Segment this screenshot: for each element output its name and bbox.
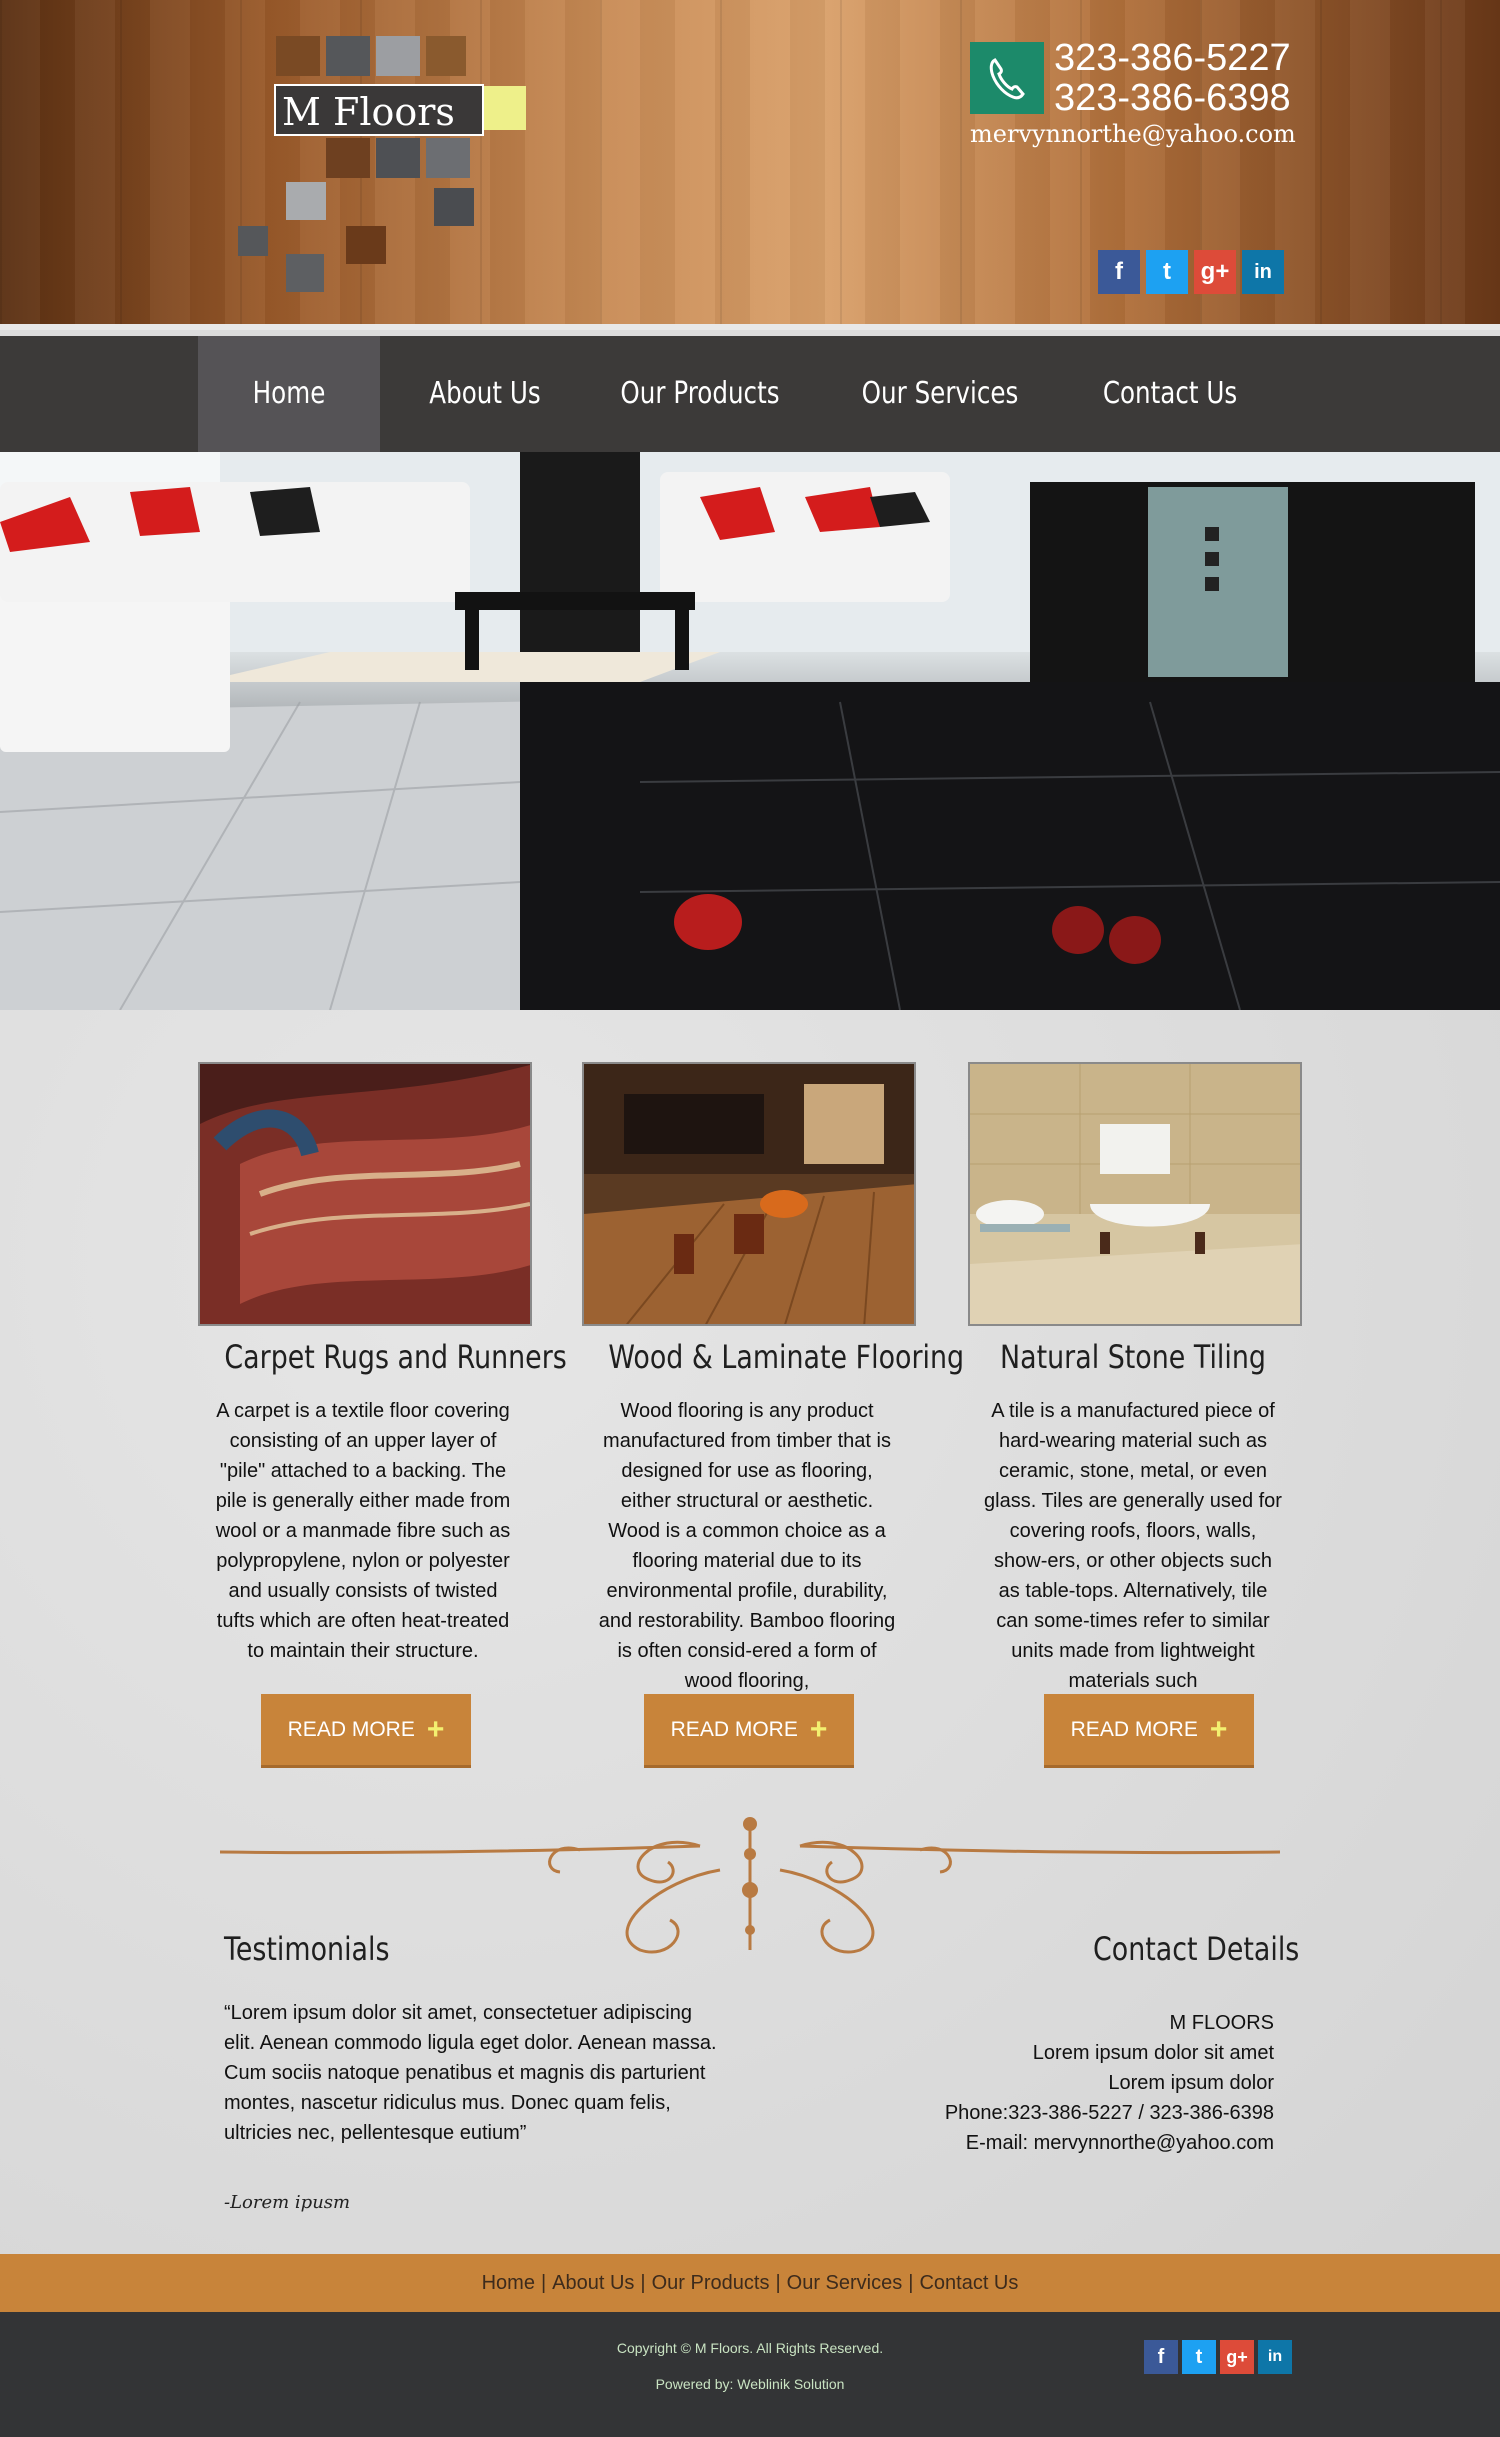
site-footer: Copyright © M Floors. All Rights Reserve… xyxy=(0,2312,1500,2437)
phone-icon xyxy=(970,42,1044,114)
contact-details: M FLOORS Lorem ipsum dolor sit amet Lore… xyxy=(945,2008,1274,2158)
logo-tile xyxy=(376,36,420,76)
nav-item-home[interactable]: Home xyxy=(214,336,363,452)
logo-tile xyxy=(286,182,326,220)
read-more-label: READ MORE xyxy=(287,1717,415,1741)
header-email[interactable]: mervynnorthe@yahoo.com xyxy=(970,120,1296,148)
logo-tile xyxy=(434,188,474,226)
product-title: Carpet Rugs and Runners xyxy=(224,1338,567,1376)
wood-flooring-image[interactable] xyxy=(582,1062,916,1326)
contact-address-line: Lorem ipsum dolor xyxy=(1108,2072,1274,2094)
product-title: Natural Stone Tiling xyxy=(1000,1338,1266,1376)
header-social-links: f t g+ in xyxy=(1098,250,1284,294)
product-description: Wood flooring is any product manufacture… xyxy=(598,1400,896,1692)
footer-separator: | xyxy=(908,2271,914,2294)
logo-text: M Floors xyxy=(274,84,484,136)
carpet-image[interactable] xyxy=(198,1062,532,1326)
footer-link-our-services[interactable]: Our Services xyxy=(787,2272,903,2295)
read-more-button-stone[interactable]: READ MORE + xyxy=(1044,1694,1254,1768)
read-more-label: READ MORE xyxy=(670,1717,798,1741)
linkedin-icon[interactable]: in xyxy=(1242,250,1284,294)
plus-icon: + xyxy=(1209,1712,1228,1746)
footer-nav: Home | About Us | Our Products | Our Ser… xyxy=(0,2254,1500,2312)
logo-tile xyxy=(238,226,268,256)
linkedin-icon[interactable]: in xyxy=(1258,2340,1292,2374)
logo-tile xyxy=(346,226,386,264)
footer-separator: | xyxy=(540,2271,547,2294)
stone-tiling-image[interactable] xyxy=(968,1062,1302,1326)
footer-separator: | xyxy=(775,2271,781,2294)
logo-tile xyxy=(276,36,320,76)
nav-item-our-services[interactable]: Our Services xyxy=(842,336,1039,452)
nav-item-contact-us[interactable]: Contact Us xyxy=(1080,336,1260,452)
footer-link-contact-us[interactable]: Contact Us xyxy=(919,2272,1018,2295)
product-card-wood: Wood & Laminate Flooring Wood flooring i… xyxy=(582,1062,965,1696)
product-title: Wood & Laminate Flooring xyxy=(608,1338,965,1376)
footer-link-our-products[interactable]: Our Products xyxy=(652,2272,770,2295)
read-more-label: READ MORE xyxy=(1070,1717,1198,1741)
twitter-icon[interactable]: t xyxy=(1146,250,1188,294)
logo-tile xyxy=(376,138,420,178)
contact-email: E-mail: mervynnorthe@yahoo.com xyxy=(965,2132,1274,2154)
logo-tile xyxy=(326,138,370,178)
nav-item-about-us[interactable]: About Us xyxy=(415,336,554,452)
read-more-button-carpet[interactable]: READ MORE + xyxy=(261,1694,471,1768)
testimonials-heading: Testimonials xyxy=(224,1930,390,1968)
logo-tile xyxy=(426,138,470,178)
site-logo[interactable]: M Floors xyxy=(238,36,538,296)
main-nav: Home About Us Our Products Our Services … xyxy=(0,336,1500,452)
powered-by-text[interactable]: Powered by: Weblinik Solution xyxy=(0,2376,1500,2392)
phone-number-1[interactable]: 323-386-5227 xyxy=(1054,38,1291,78)
nav-item-our-products[interactable]: Our Products xyxy=(602,336,799,452)
facebook-icon[interactable]: f xyxy=(1144,2340,1178,2374)
logo-tile xyxy=(326,36,370,76)
plus-icon: + xyxy=(426,1712,445,1746)
contact-company: M FLOORS xyxy=(1169,2012,1274,2034)
google-plus-icon[interactable]: g+ xyxy=(1194,250,1236,294)
product-card-carpet: Carpet Rugs and Runners A carpet is a te… xyxy=(198,1062,567,1666)
testimonial-text: “Lorem ipsum dolor sit amet, consectetue… xyxy=(224,2002,717,2144)
contact-phone: Phone:323-386-5227 / 323-386-6398 xyxy=(944,2102,1274,2124)
product-description: A tile is a manufactured piece of hard-w… xyxy=(984,1400,1282,1692)
hero-image xyxy=(0,452,1500,1010)
contact-address-line: Lorem ipsum dolor sit amet xyxy=(1032,2042,1274,2064)
footer-separator: | xyxy=(640,2271,646,2294)
logo-tile xyxy=(482,86,526,130)
twitter-icon[interactable]: t xyxy=(1182,2340,1216,2374)
footer-social-links: f t g+ in xyxy=(1144,2340,1292,2374)
testimonial-author: -Lorem ipusm xyxy=(224,2192,351,2213)
google-plus-icon[interactable]: g+ xyxy=(1220,2340,1254,2374)
footer-link-about-us[interactable]: About Us xyxy=(552,2272,634,2295)
product-description: A carpet is a textile floor covering con… xyxy=(215,1400,511,1662)
hero-banner xyxy=(0,452,1500,1010)
read-more-button-wood[interactable]: READ MORE + xyxy=(644,1694,854,1768)
footer-link-home[interactable]: Home xyxy=(482,2272,535,2295)
logo-tile xyxy=(426,36,466,76)
contact-heading: Contact Details xyxy=(1093,1930,1300,1968)
product-card-stone: Natural Stone Tiling A tile is a manufac… xyxy=(968,1062,1302,1696)
phone-number-2[interactable]: 323-386-6398 xyxy=(1054,78,1291,118)
plus-icon: + xyxy=(809,1712,828,1746)
logo-tile xyxy=(286,254,324,292)
site-header: M Floors 323-386-5227 323-386-6398 mervy… xyxy=(0,0,1500,330)
facebook-icon[interactable]: f xyxy=(1098,250,1140,294)
